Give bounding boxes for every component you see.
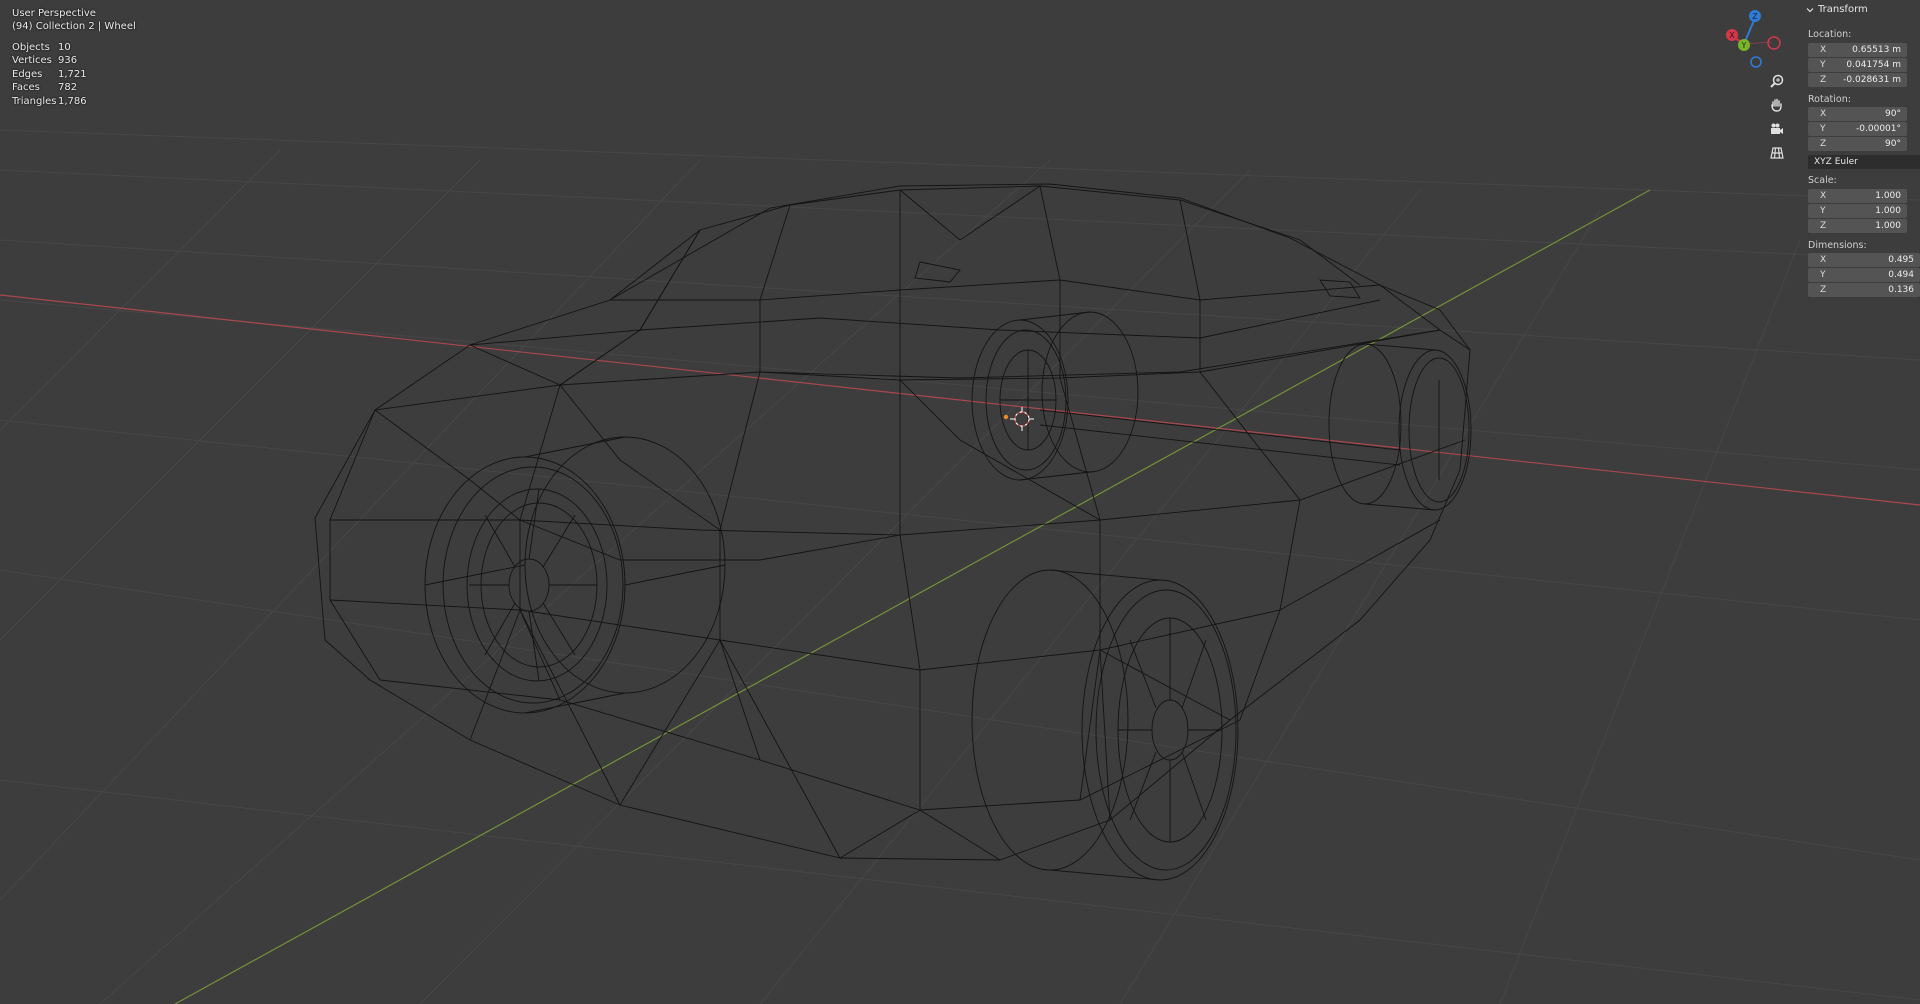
field-value: -0.028631 m: [1843, 75, 1901, 85]
viewport-canvas[interactable]: [0, 0, 1920, 1004]
axis-label: Y: [1820, 270, 1826, 280]
field-value: 1.000: [1875, 191, 1901, 201]
axis-label: Z: [1820, 221, 1827, 231]
rotation-x-field[interactable]: X 90°: [1808, 107, 1907, 121]
dimensions-label: Dimensions:: [1808, 240, 1867, 251]
rotation-z-field[interactable]: Z 90°: [1808, 137, 1907, 151]
field-value: 1.000: [1875, 221, 1901, 231]
x-axis-line: [0, 294, 1920, 506]
chevron-down-icon: [1806, 7, 1814, 12]
zoom-icon: [1770, 74, 1784, 88]
zoom-button[interactable]: [1764, 70, 1790, 92]
axis-label: Y: [1820, 206, 1826, 216]
wheel-rear-right: [1328, 343, 1472, 511]
y-axis-line: [174, 189, 1651, 1004]
hand-icon: [1771, 98, 1782, 112]
transform-panel: Transform Location: X 0.65513 m Y 0.041754…: [1800, 0, 1920, 310]
scale-label: Scale:: [1808, 175, 1837, 186]
grid-icon: [1770, 147, 1784, 159]
dimensions-z-field[interactable]: Z 0.136: [1808, 283, 1920, 297]
location-x-field[interactable]: X 0.65513 m: [1808, 43, 1907, 57]
camera-icon: [1771, 123, 1783, 134]
3d-cursor[interactable]: [1010, 407, 1034, 431]
wheel-front-left: [424, 436, 726, 714]
stat-faces: Faces 782: [12, 82, 78, 94]
gizmo-z-label: Z: [1752, 12, 1758, 21]
object-origin[interactable]: [1003, 414, 1009, 420]
stat-objects: Objects 10: [12, 42, 71, 53]
pan-button[interactable]: [1764, 94, 1790, 116]
transform-panel-title: Transform: [1818, 4, 1868, 15]
axis-label: Z: [1820, 285, 1827, 295]
gizmo-axis-neg-x[interactable]: [1767, 36, 1781, 50]
wheel-rear-left: [971, 311, 1139, 481]
field-value: 0.65513 m: [1852, 45, 1901, 55]
collection-context-label: (94) Collection 2 | Wheel: [12, 21, 136, 32]
navigation-gizmo[interactable]: Z Y X: [1718, 4, 1786, 72]
wheel-front-right: [971, 569, 1239, 881]
stat-vertices: Vertices 936: [12, 55, 78, 67]
scale-y-field[interactable]: Y 1.000: [1808, 204, 1907, 218]
field-value: 0.041754 m: [1846, 60, 1901, 70]
perspective-toggle-button[interactable]: [1764, 142, 1790, 164]
axis-label: X: [1820, 191, 1827, 201]
floor-grid: [0, 129, 1920, 1004]
gizmo-x-label: X: [1729, 31, 1735, 40]
field-value: -0.00001°: [1856, 124, 1901, 134]
camera-view-button[interactable]: [1764, 118, 1790, 140]
axis-label: Y: [1820, 124, 1826, 134]
location-z-field[interactable]: Z -0.028631 m: [1808, 73, 1907, 87]
scale-z-field[interactable]: Z 1.000: [1808, 219, 1907, 233]
axis-label: X: [1820, 45, 1827, 55]
gizmo-axis-neg-z[interactable]: [1750, 56, 1762, 68]
rotation-label: Rotation:: [1808, 94, 1851, 105]
axis-label: Y: [1820, 60, 1826, 70]
field-value: 1.000: [1875, 206, 1901, 216]
field-value: 0.495: [1888, 255, 1914, 265]
location-label: Location:: [1808, 29, 1852, 40]
car-wireframe[interactable]: [314, 183, 1472, 881]
axis-label: X: [1820, 255, 1827, 265]
rotation-y-field[interactable]: Y -0.00001°: [1808, 122, 1907, 136]
view-mode-label: User Perspective: [12, 8, 96, 19]
axis-label: Z: [1820, 75, 1827, 85]
stat-triangles: Triangles 1,786: [12, 95, 87, 107]
location-y-field[interactable]: Y 0.041754 m: [1808, 58, 1907, 72]
scale-x-field[interactable]: X 1.000: [1808, 189, 1907, 203]
field-value: 0.136: [1888, 285, 1914, 295]
gizmo-y-label: Y: [1741, 41, 1747, 50]
3d-viewport[interactable]: [0, 0, 1920, 1004]
rotation-mode-dropdown[interactable]: XYZ Euler: [1808, 155, 1920, 169]
dimensions-x-field[interactable]: X 0.495: [1808, 253, 1920, 267]
field-value: 0.494: [1888, 270, 1914, 280]
transform-panel-header[interactable]: Transform: [1806, 4, 1868, 15]
axis-label: Z: [1820, 139, 1827, 149]
field-value: 90°: [1885, 139, 1901, 149]
stat-edges: Edges 1,721: [12, 68, 87, 80]
scene-statistics: Objects 10 Vertices 936 Edges 1,721 Faces 78…: [12, 41, 87, 108]
dimensions-y-field[interactable]: Y 0.494: [1808, 268, 1920, 282]
field-value: 90°: [1885, 109, 1901, 119]
axis-label: X: [1820, 109, 1827, 119]
